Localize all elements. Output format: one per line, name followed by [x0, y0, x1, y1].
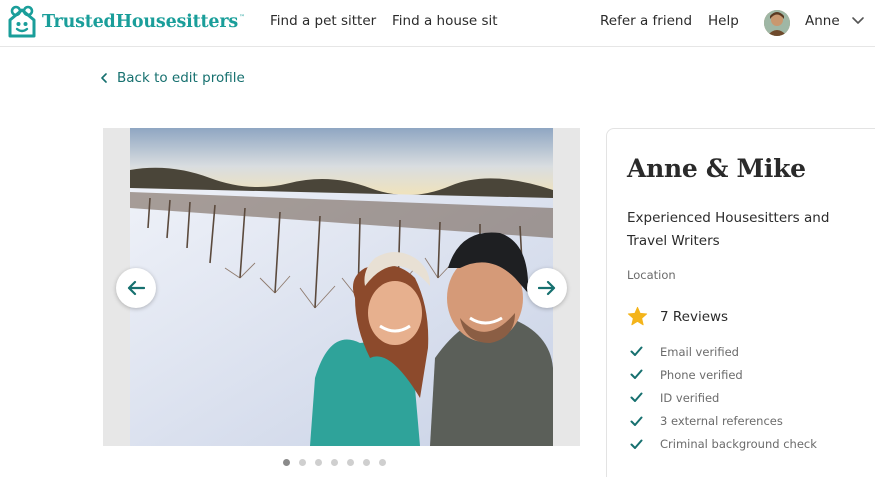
nav-find-house-sit[interactable]: Find a house sit	[392, 13, 498, 29]
profile-name: Anne & Mike	[627, 154, 806, 183]
check-icon	[630, 416, 643, 426]
check-icon	[630, 369, 643, 380]
verification-list: Email verified Phone verified ID verifie…	[630, 340, 817, 456]
gallery-dot[interactable]	[363, 459, 370, 466]
location-label: Location	[627, 268, 676, 282]
gallery-next-button[interactable]	[527, 268, 567, 308]
trademark-symbol: ™	[239, 14, 245, 21]
verification-item: Phone verified	[630, 363, 817, 386]
verification-item: Email verified	[630, 340, 817, 363]
profile-photo[interactable]	[130, 128, 553, 446]
photo-gallery	[103, 128, 580, 446]
brand-logo[interactable]: TrustedHousesitters ™	[6, 5, 245, 39]
gallery-prev-button[interactable]	[116, 268, 156, 308]
top-nav-bar: TrustedHousesitters ™ Find a pet sitter …	[0, 0, 875, 47]
verification-item: Criminal background check	[630, 433, 817, 456]
check-icon	[630, 439, 643, 449]
back-to-edit-profile-link[interactable]: Back to edit profile	[100, 70, 245, 86]
verification-label: ID verified	[660, 390, 720, 405]
arrow-right-icon	[538, 280, 556, 296]
reviews-count: 7 Reviews	[660, 308, 729, 325]
check-icon	[630, 392, 643, 403]
house-logo-icon	[8, 5, 36, 38]
gallery-dot[interactable]	[347, 459, 354, 466]
brand-name: TrustedHousesitters	[42, 12, 238, 32]
nav-refer-friend[interactable]: Refer a friend	[600, 13, 692, 29]
gallery-pagination-dots	[283, 459, 386, 466]
user-menu-name[interactable]: Anne	[805, 13, 840, 29]
arrow-left-icon	[127, 280, 145, 296]
star-icon	[627, 306, 648, 326]
chevron-left-icon	[101, 73, 107, 83]
gallery-dot[interactable]	[379, 459, 386, 466]
gallery-dot[interactable]	[315, 459, 322, 466]
back-link-label: Back to edit profile	[117, 70, 245, 86]
reviews-link[interactable]: 7 Reviews	[627, 306, 728, 327]
verification-label: Criminal background check	[660, 437, 817, 452]
verification-label: Email verified	[660, 344, 739, 359]
nav-find-pet-sitter[interactable]: Find a pet sitter	[270, 13, 376, 29]
user-avatar[interactable]	[764, 10, 790, 36]
verification-label: 3 external references	[660, 414, 783, 429]
nav-help[interactable]: Help	[708, 13, 739, 29]
verification-item: 3 external references	[630, 410, 817, 433]
gallery-dot[interactable]	[331, 459, 338, 466]
chevron-down-icon[interactable]	[851, 16, 865, 26]
gallery-dot[interactable]	[283, 459, 290, 466]
gallery-dot[interactable]	[299, 459, 306, 466]
verification-label: Phone verified	[660, 367, 743, 382]
verification-item: ID verified	[630, 386, 817, 409]
check-icon	[630, 346, 643, 357]
profile-tagline: Experienced Housesitters and Travel Writ…	[627, 210, 830, 249]
